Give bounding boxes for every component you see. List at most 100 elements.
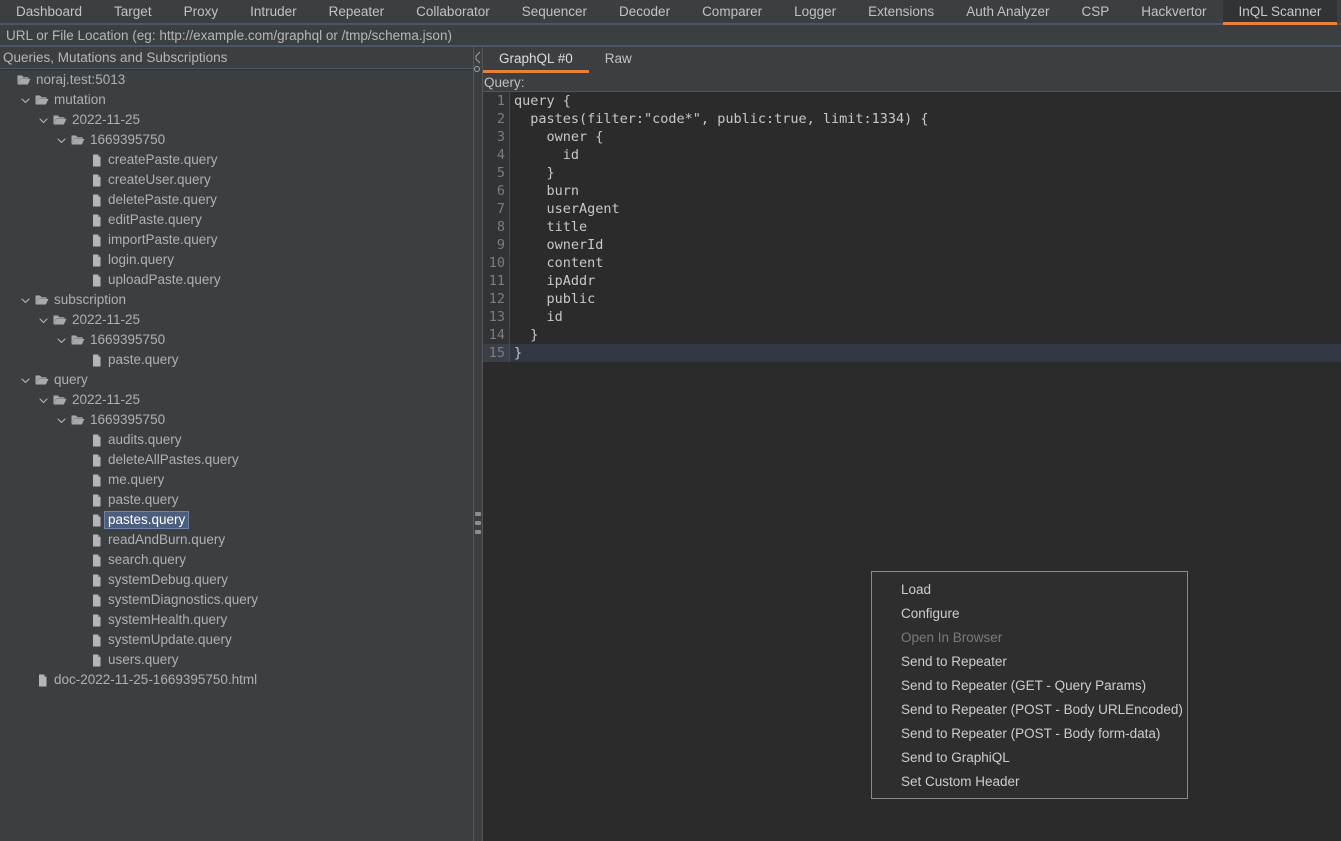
chevron-down-icon[interactable] — [54, 410, 69, 430]
context-menu-item-send-to-repeater-get-query-params[interactable]: Send to Repeater (GET - Query Params) — [872, 673, 1187, 697]
tree-row[interactable]: noraj.test:5013 — [0, 70, 473, 90]
main-tab-comparer[interactable]: Comparer — [686, 0, 778, 25]
tree-row[interactable]: search.query — [0, 550, 473, 570]
tree-row[interactable]: me.query — [0, 470, 473, 490]
chevron-down-icon[interactable] — [18, 90, 33, 110]
tree-row-label: systemHealth.query — [108, 612, 228, 627]
chevron-down-icon[interactable] — [36, 310, 51, 330]
editor-tab-raw[interactable]: Raw — [589, 47, 648, 73]
splitter-collapse-icon[interactable] — [474, 50, 482, 72]
tree-row[interactable]: readAndBurn.query — [0, 530, 473, 550]
tree-row[interactable]: uploadPaste.query — [0, 270, 473, 290]
main-tab-label: CSP — [1081, 3, 1110, 19]
tree-row-label: query — [54, 372, 88, 387]
main-tab-repeater[interactable]: Repeater — [313, 0, 401, 25]
code-line-text[interactable]: } — [510, 344, 1341, 362]
tree-row[interactable]: mutation — [0, 90, 473, 110]
context-menu-item-configure[interactable]: Configure — [872, 601, 1187, 625]
tree-row-label: 2022-11-25 — [72, 112, 141, 127]
tree-row[interactable]: 2022-11-25 — [0, 110, 473, 130]
tree-row[interactable]: paste.query — [0, 490, 473, 510]
main-tab-extensions[interactable]: Extensions — [852, 0, 950, 25]
code-line-number: 11 — [483, 272, 509, 290]
code-line-number: 6 — [483, 182, 509, 200]
code-line-text[interactable]: id — [510, 146, 1341, 164]
context-menu-item-label: Send to Repeater (GET - Query Params) — [901, 677, 1147, 693]
code-line-text[interactable]: public — [510, 290, 1341, 308]
code-line-text[interactable]: ipAddr — [510, 272, 1341, 290]
chevron-down-icon[interactable] — [36, 110, 51, 130]
main-tab-logger[interactable]: Logger — [778, 0, 852, 25]
tree-row-label: 2022-11-25 — [72, 312, 141, 327]
code-line-text[interactable]: } — [510, 326, 1341, 344]
code-line-text[interactable]: title — [510, 218, 1341, 236]
main-tab-hackvertor[interactable]: Hackvertor — [1125, 0, 1222, 25]
tree-row[interactable]: 2022-11-25 — [0, 310, 473, 330]
code-line-text[interactable]: ownerId — [510, 236, 1341, 254]
code-line: 14 } — [483, 326, 1341, 344]
context-menu-item-load[interactable]: Load — [872, 577, 1187, 601]
chevron-down-icon[interactable] — [18, 370, 33, 390]
tree-row[interactable]: query — [0, 370, 473, 390]
main-tab-collaborator[interactable]: Collaborator — [400, 0, 506, 25]
context-menu-item-open-in-browser: Open In Browser — [872, 625, 1187, 649]
context-menu-item-send-to-repeater-post-body-urlencoded[interactable]: Send to Repeater (POST - Body URLEncoded… — [872, 697, 1187, 721]
tree-row[interactable]: 2022-11-25 — [0, 390, 473, 410]
tree-row[interactable]: 1669395750 — [0, 130, 473, 150]
tree-row-label: deletePaste.query — [108, 192, 217, 207]
splitter-grip-icon[interactable] — [475, 512, 481, 534]
main-tab-intruder[interactable]: Intruder — [234, 0, 313, 25]
tree-row[interactable]: users.query — [0, 650, 473, 670]
tree-row[interactable]: audits.query — [0, 430, 473, 450]
tree-row[interactable]: systemDebug.query — [0, 570, 473, 590]
tree-row[interactable]: deleteAllPastes.query — [0, 450, 473, 470]
tree-row[interactable]: 1669395750 — [0, 330, 473, 350]
tree-row[interactable]: deletePaste.query — [0, 190, 473, 210]
code-line-text[interactable]: content — [510, 254, 1341, 272]
code-line-text[interactable]: burn — [510, 182, 1341, 200]
tree-row[interactable]: 1669395750 — [0, 410, 473, 430]
context-menu-item-send-to-graphiql[interactable]: Send to GraphiQL — [872, 745, 1187, 769]
code-line-text[interactable]: owner { — [510, 128, 1341, 146]
queries-tree[interactable]: noraj.test:5013 mutation 2022-11-25 1669395… — [0, 69, 473, 841]
context-menu-item-send-to-repeater-post-body-form-data[interactable]: Send to Repeater (POST - Body form-data) — [872, 721, 1187, 745]
tree-row[interactable]: subscription — [0, 290, 473, 310]
tree-row[interactable]: login.query — [0, 250, 473, 270]
code-line-text[interactable]: } — [510, 164, 1341, 182]
editor-tab-graphql-0[interactable]: GraphQL #0 — [483, 47, 589, 73]
tree-row[interactable]: systemHealth.query — [0, 610, 473, 630]
main-tab-auth-analyzer[interactable]: Auth Analyzer — [950, 0, 1065, 25]
main-tab-inql-scanner[interactable]: InQL Scanner — [1222, 0, 1338, 25]
panel-splitter[interactable] — [473, 47, 483, 841]
folder-icon — [51, 110, 69, 130]
code-line: 10 content — [483, 254, 1341, 272]
main-tab-sequencer[interactable]: Sequencer — [506, 0, 603, 25]
main-tab-decoder[interactable]: Decoder — [603, 0, 686, 25]
file-icon — [87, 350, 105, 370]
code-line-text[interactable]: id — [510, 308, 1341, 326]
code-line-text[interactable]: pastes(filter:"code*", public:true, limi… — [510, 110, 1341, 128]
context-menu-item-send-to-repeater[interactable]: Send to Repeater — [872, 649, 1187, 673]
tree-row[interactable]: doc-2022-11-25-1669395750.html — [0, 670, 473, 690]
tree-row[interactable]: paste.query — [0, 350, 473, 370]
tree-row[interactable]: createPaste.query — [0, 150, 473, 170]
chevron-down-icon[interactable] — [54, 130, 69, 150]
tree-row[interactable]: systemUpdate.query — [0, 630, 473, 650]
tree-row[interactable]: editPaste.query — [0, 210, 473, 230]
tree-row[interactable]: importPaste.query — [0, 230, 473, 250]
tree-row[interactable]: pastes.query — [0, 510, 473, 530]
code-line-text[interactable]: query { — [510, 92, 1341, 110]
main-tab-proxy[interactable]: Proxy — [168, 0, 235, 25]
url-or-file-location-input[interactable] — [0, 25, 1341, 45]
main-tab-dashboard[interactable]: Dashboard — [0, 0, 98, 25]
chevron-down-icon[interactable] — [54, 330, 69, 350]
chevron-down-icon[interactable] — [36, 390, 51, 410]
code-line-text[interactable]: userAgent — [510, 200, 1341, 218]
main-tab-csp[interactable]: CSP — [1066, 0, 1126, 25]
tree-row[interactable]: systemDiagnostics.query — [0, 590, 473, 610]
tree-row[interactable]: createUser.query — [0, 170, 473, 190]
main-tab-target[interactable]: Target — [98, 0, 168, 25]
context-menu-item-set-custom-header[interactable]: Set Custom Header — [872, 769, 1187, 793]
main-tab-label: Target — [114, 3, 152, 19]
chevron-down-icon[interactable] — [18, 290, 33, 310]
